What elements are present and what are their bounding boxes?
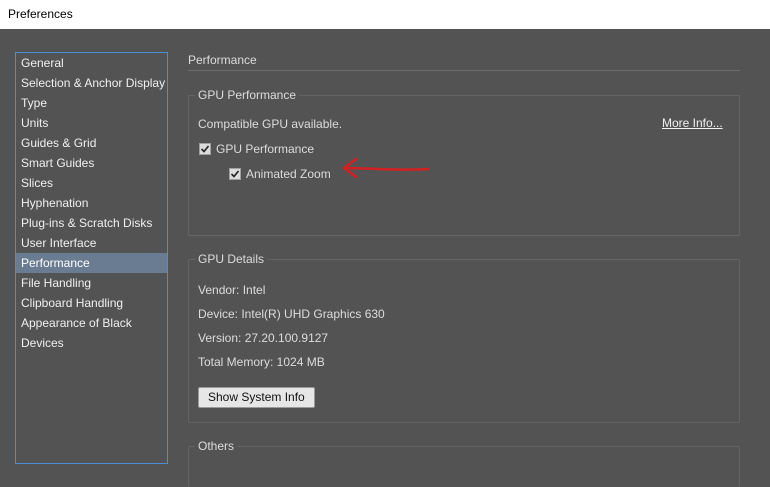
sidebar-item-user-interface[interactable]: User Interface: [16, 233, 167, 253]
animated-zoom-label: Animated Zoom: [246, 167, 331, 181]
show-system-info-button[interactable]: Show System Info: [198, 387, 315, 408]
panel-divider: [188, 70, 740, 71]
red-arrow-annotation-icon: [342, 157, 430, 178]
sidebar-item-units[interactable]: Units: [16, 113, 167, 133]
total-memory-text: Total Memory: 1024 MB: [198, 355, 325, 369]
sidebar-item-smart-guides[interactable]: Smart Guides: [16, 153, 167, 173]
gpu-details-legend: GPU Details: [195, 252, 268, 266]
version-text: Version: 27.20.100.9127: [198, 331, 329, 345]
others-group: Others: [188, 439, 740, 487]
gpu-performance-label: GPU Performance: [216, 142, 315, 156]
sidebar-item-plugins-scratch-disks[interactable]: Plug-ins & Scratch Disks: [16, 213, 167, 233]
gpu-performance-checkbox[interactable]: [199, 143, 211, 155]
checkmark-icon: [230, 170, 240, 178]
category-list[interactable]: General Selection & Anchor Display Type …: [15, 52, 168, 464]
sidebar-item-general[interactable]: General: [16, 53, 167, 73]
sidebar-item-type[interactable]: Type: [16, 93, 167, 113]
more-info-link[interactable]: More Info...: [662, 116, 723, 130]
sidebar-item-performance[interactable]: Performance: [16, 253, 167, 273]
sidebar-item-file-handling[interactable]: File Handling: [16, 273, 167, 293]
sidebar-item-slices[interactable]: Slices: [16, 173, 167, 193]
sidebar-item-devices[interactable]: Devices: [16, 333, 167, 353]
sidebar-item-guides-grid[interactable]: Guides & Grid: [16, 133, 167, 153]
preferences-content: General Selection & Anchor Display Type …: [0, 29, 770, 487]
sidebar-item-clipboard-handling[interactable]: Clipboard Handling: [16, 293, 167, 313]
sidebar-item-selection-anchor-display[interactable]: Selection & Anchor Display: [16, 73, 167, 93]
window-title: Preferences: [8, 7, 73, 21]
gpu-status-text: Compatible GPU available.: [198, 117, 343, 131]
vendor-text: Vendor: Intel: [198, 283, 266, 297]
checkmark-icon: [200, 145, 210, 153]
title-bar: Preferences: [0, 0, 770, 29]
device-text: Device: Intel(R) UHD Graphics 630: [198, 307, 385, 321]
gpu-performance-legend: GPU Performance: [195, 88, 300, 102]
sidebar-item-hyphenation[interactable]: Hyphenation: [16, 193, 167, 213]
panel-title: Performance: [188, 53, 257, 67]
others-legend: Others: [195, 439, 238, 453]
animated-zoom-checkbox[interactable]: [229, 168, 241, 180]
sidebar-item-appearance-of-black[interactable]: Appearance of Black: [16, 313, 167, 333]
